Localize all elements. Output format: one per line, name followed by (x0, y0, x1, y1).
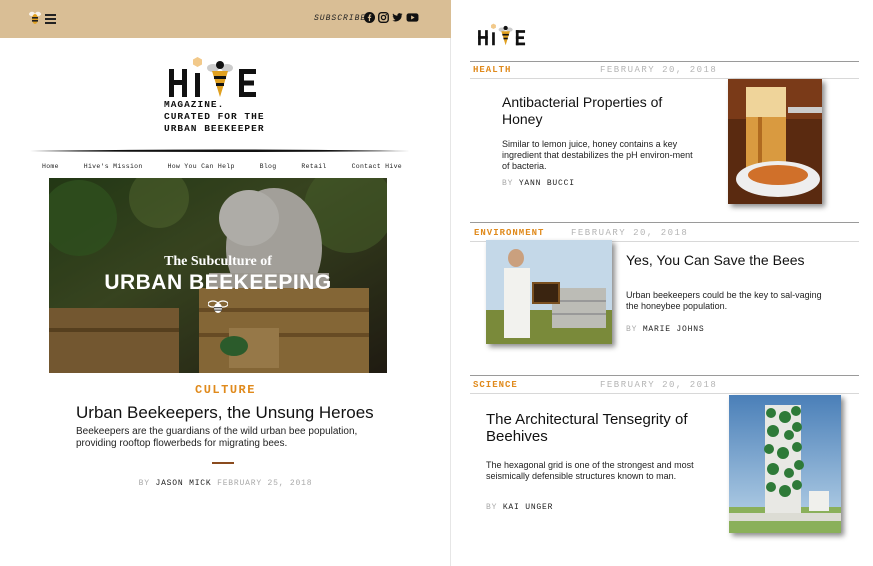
nav-help[interactable]: How You Can Help (168, 163, 235, 170)
nav-blog[interactable]: Blog (260, 163, 277, 170)
featured-category[interactable]: CULTURE (0, 383, 451, 397)
section-divider (470, 222, 859, 223)
article-thumbnail[interactable] (729, 395, 841, 533)
honey-photo (728, 79, 822, 204)
beekeeper-photo (486, 240, 612, 344)
nav-divider (30, 149, 410, 152)
byline-author[interactable]: JASON MICK (155, 479, 211, 488)
article-description: The hexagonal grid is one of the stronge… (486, 460, 694, 481)
article-description: Urban beekeepers could be the key to sal… (626, 290, 822, 311)
article-byline: BY KAI UNGER (486, 503, 553, 512)
article-title[interactable]: Antibacterial Properties of Honey (502, 94, 702, 128)
byline-author[interactable]: KAI UNGER (503, 503, 553, 512)
byline-by: BY (626, 325, 638, 334)
byline-by: BY (502, 179, 514, 188)
article-title[interactable]: Yes, You Can Save the Bees (626, 252, 826, 269)
instagram-icon[interactable] (378, 12, 389, 23)
subscribe-link[interactable]: SUBSCRIBE (314, 14, 366, 23)
article-byline: BY YANN BUCCI (502, 179, 575, 188)
article-category[interactable]: ENVIRONMENT (474, 228, 544, 238)
tagline: MAGAZINE. CURATED FOR THE URBAN BEEKEEPE… (164, 99, 265, 134)
menu-icon[interactable] (45, 14, 56, 26)
featured-byline: BY JASON MICK FEBRUARY 25, 2018 (0, 479, 451, 488)
article-thumbnail[interactable] (486, 240, 612, 344)
featured-title[interactable]: Urban Beekeepers, the Unsung Heroes (76, 403, 374, 423)
section-divider (470, 393, 859, 394)
nav-mission[interactable]: Hive's Mission (84, 163, 143, 170)
tower-photo (729, 395, 841, 533)
nav-retail[interactable]: Retail (301, 163, 326, 170)
article-byline: BY MARIE JOHNS (626, 325, 704, 334)
facebook-icon[interactable] (364, 12, 375, 23)
section-divider (470, 375, 859, 376)
nav-home[interactable]: Home (42, 163, 59, 170)
youtube-icon[interactable] (406, 12, 419, 23)
hero-subtitle: The Subculture of (164, 254, 272, 269)
top-bar: SUBSCRIBE (0, 0, 451, 38)
byline-author[interactable]: MARIE JOHNS (643, 325, 705, 334)
article-date: FEBRUARY 20, 2018 (571, 228, 689, 238)
hero-title: URBAN BEEKEEPING (104, 271, 332, 294)
article-category[interactable]: SCIENCE (473, 380, 518, 390)
featured-description: Beekeepers are the guardians of the wild… (76, 426, 358, 449)
article-title[interactable]: The Architectural Tensegrity of Beehives (486, 411, 726, 445)
social-links (364, 12, 419, 23)
article-date: FEBRUARY 20, 2018 (600, 380, 718, 390)
nav-contact[interactable]: Contact Hive (352, 163, 402, 170)
hero-banner[interactable]: The Subculture of URBAN BEEKEEPING (49, 178, 387, 373)
featured-divider (212, 462, 234, 464)
byline-author[interactable]: YANN BUCCI (519, 179, 575, 188)
byline-date: FEBRUARY 25, 2018 (217, 479, 313, 488)
article-category[interactable]: HEALTH (473, 65, 511, 75)
byline-by: BY (486, 503, 498, 512)
bee-icon (208, 300, 228, 313)
section-divider (470, 61, 859, 62)
twitter-icon[interactable] (392, 12, 403, 23)
hive-logo[interactable] (167, 55, 267, 101)
bee-logo-icon[interactable] (29, 11, 41, 25)
article-description: Similar to lemon juice, honey contains a… (502, 139, 693, 171)
hive-logo-small[interactable] (477, 22, 531, 48)
magazine-home-panel: SUBSCRIBE MAGAZINE. CURATED FOR THE URBA… (0, 0, 451, 566)
byline-by: BY (138, 479, 150, 488)
main-nav: Home Hive's Mission How You Can Help Blo… (42, 163, 402, 170)
article-date: FEBRUARY 20, 2018 (600, 65, 718, 75)
article-thumbnail[interactable] (728, 79, 822, 204)
